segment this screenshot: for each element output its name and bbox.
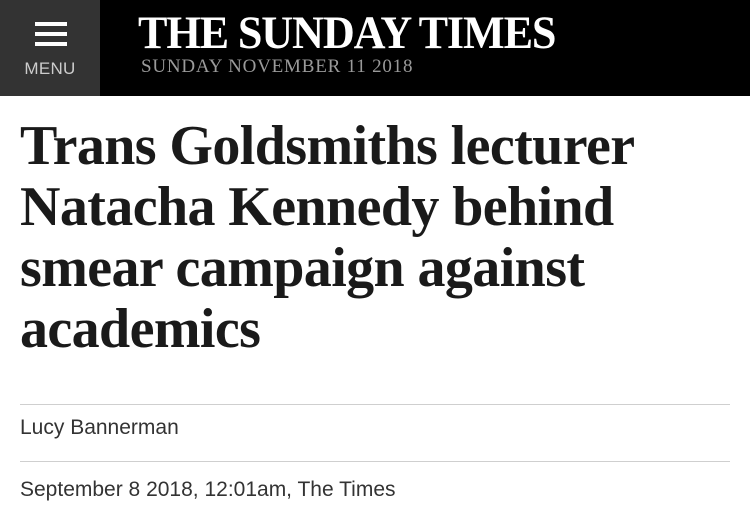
article-headline: Trans Goldsmiths lecturer Natacha Kenned… <box>20 115 634 360</box>
site-header: MENU THE SUNDAY TIMES SUNDAY NOVEMBER 11… <box>0 0 750 96</box>
divider <box>20 461 730 462</box>
divider <box>20 404 730 405</box>
edition-date: SUNDAY NOVEMBER 11 2018 <box>141 56 414 77</box>
menu-label: MENU <box>24 59 76 78</box>
author-name[interactable]: Lucy Bannerman <box>20 416 179 440</box>
masthead-logo[interactable]: THE SUNDAY TIMES <box>138 6 556 60</box>
publish-date: September 8 2018, 12:01am, The Times <box>20 478 396 501</box>
menu-button[interactable]: MENU <box>0 0 100 96</box>
hamburger-icon <box>35 22 67 46</box>
